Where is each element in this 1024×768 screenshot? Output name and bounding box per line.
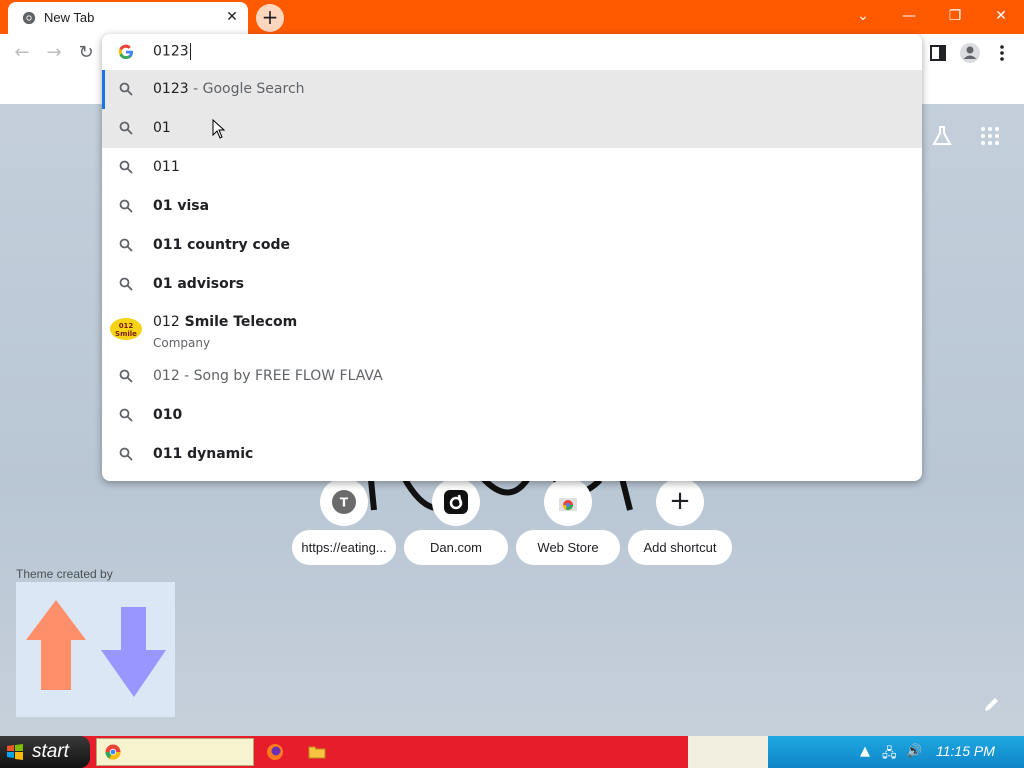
site-t-icon: T: [332, 490, 356, 514]
suggestion-text: 012 - Song by FREE FLOW FLAVA: [153, 368, 383, 384]
shortcut-tile-2[interactable]: [432, 478, 480, 526]
suggestion-text: 01 advisors: [153, 276, 244, 292]
back-icon[interactable]: ←: [10, 41, 34, 65]
labs-icon[interactable]: [930, 124, 954, 148]
google-g-icon: [118, 44, 133, 60]
suggestion-row[interactable]: 01 advisors: [102, 265, 922, 304]
tab-new-tab[interactable]: New Tab ✕: [8, 2, 248, 34]
chevron-up-icon[interactable]: ▲: [860, 744, 870, 759]
suggestion-text: 011 country code: [153, 237, 290, 253]
taskbar-chrome-window[interactable]: [96, 738, 254, 766]
add-shortcut-tile[interactable]: +: [656, 478, 704, 526]
shortcut-label-2[interactable]: Dan.com: [404, 530, 508, 565]
svg-text:T: T: [340, 496, 349, 510]
chrome-icon: [22, 11, 36, 25]
start-label: start: [32, 741, 69, 762]
chevron-down-icon[interactable]: ⌄: [840, 4, 886, 28]
webstore-icon: [559, 498, 577, 511]
clock[interactable]: 11:15 PM: [936, 743, 995, 759]
suggestion-row[interactable]: 01: [102, 109, 922, 148]
search-icon: [119, 160, 133, 174]
taskbar: start ▲ 🖧 🔊 11:15 PM: [0, 736, 1024, 768]
side-panel-icon[interactable]: [926, 41, 950, 65]
theme-arrows-image[interactable]: [16, 582, 175, 717]
chrome-icon: [105, 744, 121, 760]
theme-credit: Theme created by: [16, 567, 113, 581]
title-bar: New Tab ✕ + ⌄ — ❐ ✕: [0, 0, 1024, 34]
reload-icon[interactable]: ↻: [74, 41, 98, 65]
suggestion-row[interactable]: 0123 - Google Search: [102, 70, 922, 109]
start-button[interactable]: start: [0, 736, 90, 768]
suggestion-text: 01 visa: [153, 198, 210, 214]
taskbar-art-strip: [688, 736, 768, 768]
search-icon: [119, 199, 133, 213]
suggestion-text: 0123 - Google Search: [153, 81, 305, 97]
customize-pencil-icon[interactable]: [982, 694, 1002, 714]
suggestion-row[interactable]: 01 visa: [102, 187, 922, 226]
forward-icon[interactable]: →: [42, 41, 66, 65]
suggestion-text: 011: [153, 159, 180, 175]
shortcut-label-3[interactable]: Web Store: [516, 530, 620, 565]
omnibox-input[interactable]: 0123: [153, 43, 191, 60]
suggestion-text: 010: [153, 407, 183, 423]
smile-telecom-logo: 012 Smile: [110, 318, 142, 340]
entity-suggestion-row[interactable]: 012 Smile 012 Smile Telecom Company: [102, 308, 922, 358]
suggestion-text: 01: [153, 120, 171, 136]
volume-icon[interactable]: 🔊: [906, 744, 922, 759]
search-icon: [119, 369, 133, 383]
tab-title: New Tab: [44, 10, 95, 25]
omnibox-input-row[interactable]: 0123: [102, 34, 922, 70]
minimize-icon[interactable]: —: [886, 4, 932, 28]
apps-grid-icon[interactable]: [978, 124, 1002, 148]
entity-title: 012 Smile Telecom: [153, 314, 298, 330]
suggestion-text: 011 dynamic: [153, 446, 254, 462]
windows-flag-icon: [7, 744, 23, 760]
search-icon: [119, 121, 133, 135]
folder-icon[interactable]: [308, 743, 326, 761]
mouse-cursor-icon: [212, 119, 226, 139]
dan-icon: [444, 490, 468, 514]
shortcut-label-1[interactable]: https://eating...: [292, 530, 396, 565]
search-icon: [119, 238, 133, 252]
suggestion-row[interactable]: 010: [102, 396, 922, 435]
search-icon: [119, 82, 133, 96]
firefox-icon[interactable]: [266, 743, 284, 761]
kebab-menu-icon[interactable]: [990, 41, 1014, 65]
profile-icon[interactable]: [958, 41, 982, 65]
entity-subtitle: Company: [153, 336, 211, 350]
search-icon: [119, 277, 133, 291]
suggestion-row[interactable]: 011 country code: [102, 226, 922, 265]
suggestion-row[interactable]: 011 dynamic: [102, 435, 922, 474]
plus-icon: +: [669, 486, 691, 516]
search-icon: [119, 408, 133, 422]
text-caret: [189, 43, 191, 60]
search-icon: [119, 447, 133, 461]
shortcut-label-4[interactable]: Add shortcut: [628, 530, 732, 565]
omnibox-dropdown: 0123 0123 - Google Search 01 011 01 visa…: [102, 34, 922, 481]
close-icon[interactable]: ✕: [224, 9, 240, 25]
shortcut-tile-3[interactable]: [544, 478, 592, 526]
shortcut-tile-1[interactable]: T: [320, 478, 368, 526]
suggestion-row[interactable]: 011: [102, 148, 922, 187]
restore-icon[interactable]: ❐: [932, 4, 978, 28]
window-close-icon[interactable]: ✕: [978, 4, 1024, 28]
suggestion-row[interactable]: 012 - Song by FREE FLOW FLAVA: [102, 357, 922, 396]
new-tab-button[interactable]: +: [256, 4, 284, 32]
network-icon[interactable]: 🖧: [882, 744, 897, 766]
